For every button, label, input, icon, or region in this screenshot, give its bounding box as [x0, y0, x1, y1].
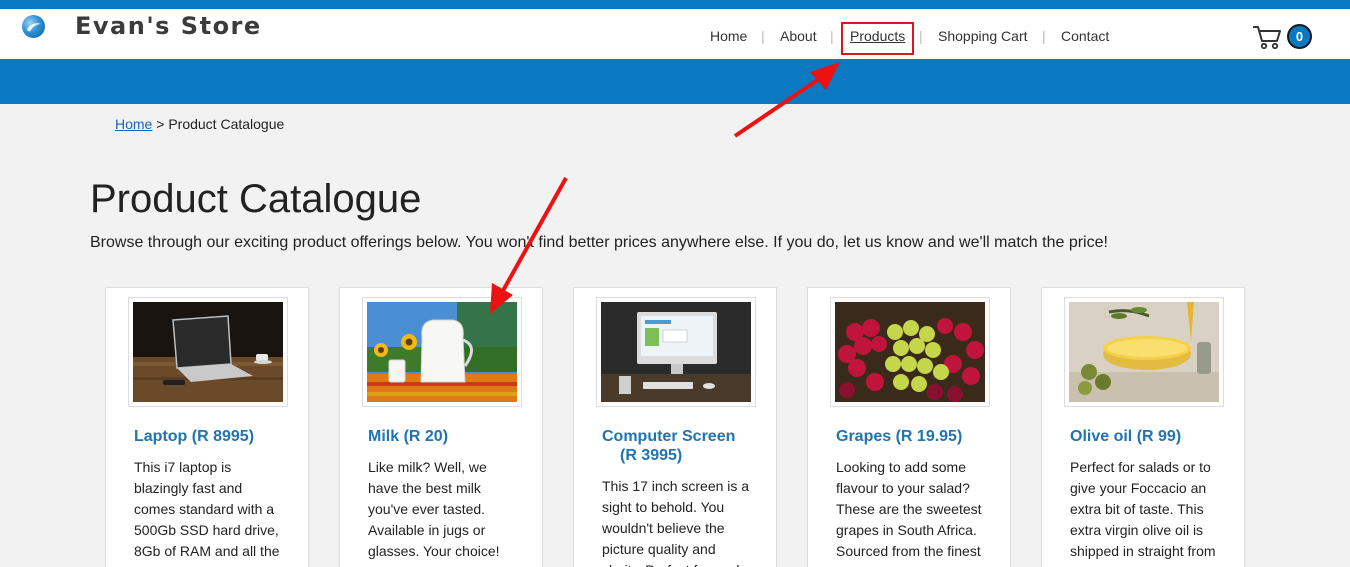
computer-screen-image[interactable] [596, 297, 756, 407]
nav-about[interactable]: About [780, 28, 817, 44]
product-title[interactable]: Computer Screen (R 3995) [602, 427, 752, 465]
nav-separator: | [830, 28, 834, 44]
nav-shopping-cart[interactable]: Shopping Cart [938, 28, 1028, 44]
shopping-cart-icon[interactable] [1252, 24, 1282, 50]
product-card[interactable]: Laptop (R 8995) This i7 laptop is blazin… [105, 287, 309, 567]
breadcrumb-home-link[interactable]: Home [115, 116, 152, 132]
nav-separator: | [761, 28, 765, 44]
product-title[interactable]: Olive oil (R 99) [1070, 427, 1220, 446]
page-title: Product Catalogue [90, 177, 422, 221]
nav-contact[interactable]: Contact [1061, 28, 1109, 44]
product-card[interactable]: Computer Screen (R 3995) This 17 inch sc… [573, 287, 777, 567]
product-description: This 17 inch screen is a sight to behold… [602, 478, 750, 567]
cart-count-badge[interactable]: 0 [1287, 24, 1312, 49]
product-description: Like milk? Well, we have the best milk y… [368, 459, 500, 559]
active-nav-highlight [841, 22, 914, 55]
product-title-line1[interactable]: Computer Screen [602, 428, 735, 445]
product-title[interactable]: Laptop (R 8995) [134, 427, 284, 446]
page-intro: Browse through our exciting product offe… [90, 234, 1108, 251]
grapes-image[interactable] [830, 297, 990, 407]
nav-separator: | [1042, 28, 1046, 44]
product-description: This i7 laptop is blazingly fast and com… [134, 459, 280, 559]
product-title-line2[interactable]: (R 3995) [602, 446, 752, 465]
product-card[interactable]: Milk (R 20) Like milk? Well, we have the… [339, 287, 543, 567]
product-title[interactable]: Grapes (R 19.95) [836, 427, 986, 446]
breadcrumb-current: Product Catalogue [168, 116, 285, 132]
milk-image[interactable] [362, 297, 522, 407]
product-title[interactable]: Milk (R 20) [368, 427, 518, 446]
brand-name[interactable]: Evan's Store [75, 12, 262, 40]
product-card[interactable]: Grapes (R 19.95) Looking to add some fla… [807, 287, 1011, 567]
product-description: Perfect for salads or to give your Focca… [1070, 459, 1216, 559]
breadcrumb-separator: > [152, 116, 169, 132]
breadcrumb: Home > Product Catalogue [115, 116, 284, 132]
laptop-image[interactable] [128, 297, 288, 407]
top-stripe [0, 0, 1350, 9]
hero-banner [0, 59, 1350, 104]
nav-separator: | [919, 28, 923, 44]
nav-home[interactable]: Home [710, 28, 747, 44]
product-card[interactable]: Olive oil (R 99) Perfect for salads or t… [1041, 287, 1245, 567]
olive-oil-image[interactable] [1064, 297, 1224, 407]
product-description: Looking to add some flavour to your sala… [836, 459, 982, 559]
logo-icon[interactable] [22, 15, 45, 38]
